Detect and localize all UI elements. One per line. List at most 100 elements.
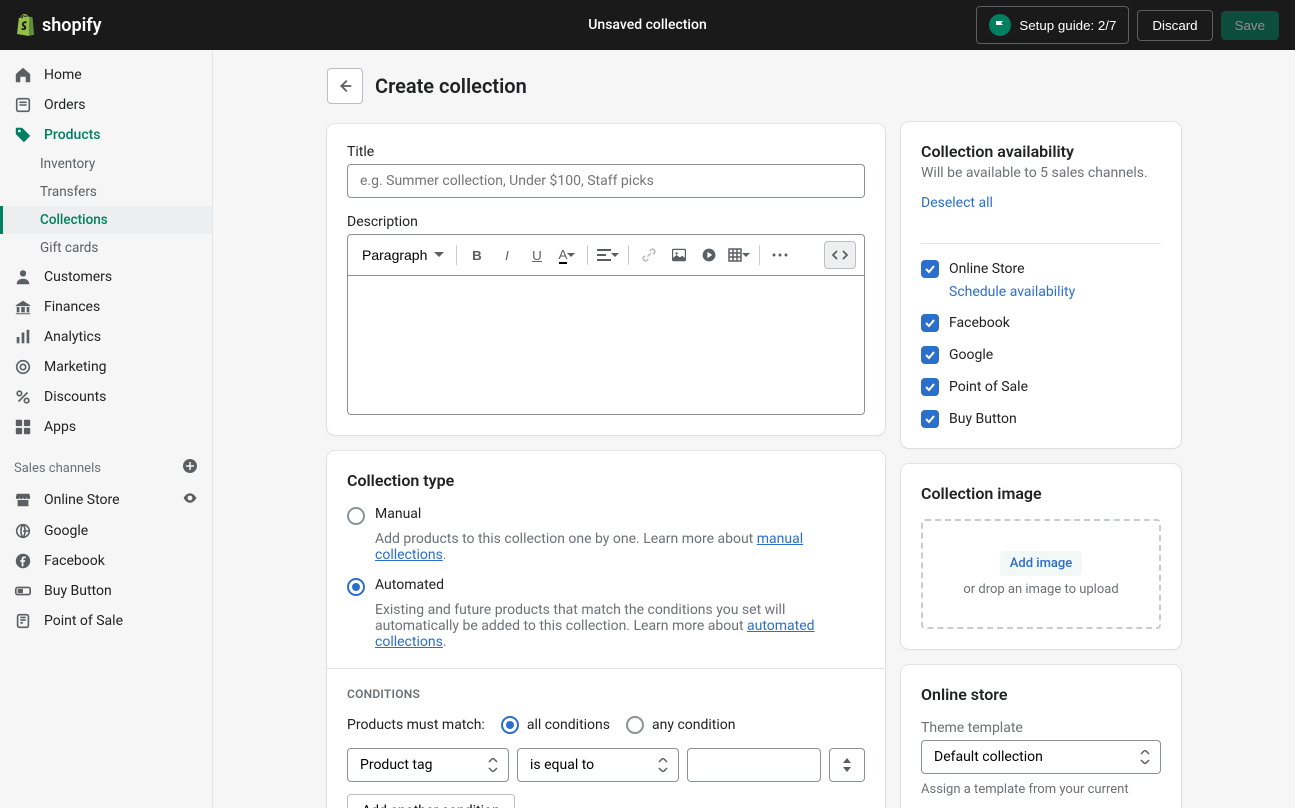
image-button[interactable] — [665, 241, 693, 269]
deselect-all-link[interactable]: Deselect all — [921, 195, 993, 211]
buy-button-icon — [14, 582, 32, 600]
nav-apps[interactable]: Apps — [0, 412, 212, 442]
automated-label: Automated — [375, 577, 444, 593]
title-label: Title — [347, 144, 865, 160]
nav-finances[interactable]: Finances — [0, 292, 212, 322]
condition-value-input[interactable] — [687, 748, 821, 782]
nav-discounts[interactable]: Discounts — [0, 382, 212, 412]
schedule-availability-link[interactable]: Schedule availability — [949, 284, 1161, 300]
italic-button[interactable]: I — [493, 241, 521, 269]
sales-channels-header: Sales channels — [0, 442, 212, 484]
nav-orders[interactable]: Orders — [0, 90, 212, 120]
all-conditions-radio[interactable] — [501, 716, 519, 734]
view-icon[interactable] — [182, 490, 198, 510]
channel-online-store[interactable]: Online Store — [0, 484, 212, 516]
collection-image-card: Collection image Add image or drop an im… — [901, 464, 1181, 649]
unsaved-indicator: Unsaved collection — [588, 17, 707, 33]
table-button[interactable] — [725, 241, 753, 269]
channel-buy-button[interactable]: Buy Button — [0, 576, 212, 606]
nav-products[interactable]: Products — [0, 120, 212, 150]
online-store-card: Online store Theme template Default coll… — [901, 665, 1181, 808]
nav-collections[interactable]: Collections — [0, 206, 212, 234]
online-store-checkbox[interactable] — [921, 260, 939, 278]
conditions-heading: CONDITIONS — [347, 687, 865, 701]
template-select[interactable]: Default collection — [921, 740, 1161, 774]
facebook-checkbox[interactable] — [921, 314, 939, 332]
description-editor[interactable] — [347, 275, 865, 415]
discard-button[interactable]: Discard — [1137, 10, 1212, 41]
collection-type-heading: Collection type — [347, 471, 865, 490]
channel-google[interactable]: Google — [0, 516, 212, 546]
paragraph-select[interactable]: Paragraph — [356, 243, 450, 267]
marketing-icon — [14, 358, 32, 376]
automated-radio[interactable] — [347, 578, 365, 596]
availability-heading: Collection availability — [921, 142, 1161, 161]
availability-subtext: Will be available to 5 sales channels. — [921, 165, 1161, 181]
apps-icon — [14, 418, 32, 436]
nav-inventory[interactable]: Inventory — [0, 150, 212, 178]
logo-text: shopify — [42, 15, 102, 36]
manual-desc: Add products to this collection one by o… — [375, 531, 865, 563]
nav-gift-cards[interactable]: Gift cards — [0, 234, 212, 262]
title-input[interactable] — [347, 164, 865, 198]
video-button[interactable] — [695, 241, 723, 269]
back-button[interactable] — [327, 68, 363, 104]
link-button[interactable] — [635, 241, 663, 269]
code-view-button[interactable] — [824, 241, 856, 269]
add-image-button[interactable]: Add image — [1000, 551, 1082, 576]
setup-guide-label: Setup guide: 2/7 — [1019, 18, 1116, 33]
align-button[interactable] — [594, 241, 622, 269]
condition-sort-button[interactable] — [829, 748, 865, 782]
image-heading: Collection image — [921, 484, 1161, 503]
underline-button[interactable]: U — [523, 241, 551, 269]
collection-type-card: Collection type Manual Add products to t… — [327, 451, 885, 808]
discounts-icon — [14, 388, 32, 406]
store-icon — [14, 491, 32, 509]
drop-text: or drop an image to upload — [935, 582, 1147, 597]
nav-analytics[interactable]: Analytics — [0, 322, 212, 352]
shopify-logo[interactable]: shopify — [16, 14, 102, 36]
pos-icon — [14, 612, 32, 630]
availability-card: Collection availability Will be availabl… — [901, 122, 1181, 448]
setup-guide-button[interactable]: Setup guide: 2/7 — [976, 6, 1129, 44]
save-button[interactable]: Save — [1221, 11, 1279, 40]
nav-customers[interactable]: Customers — [0, 262, 212, 292]
topbar: shopify Unsaved collection Setup guide: … — [0, 0, 1295, 50]
description-label: Description — [347, 214, 865, 230]
channel-pos[interactable]: Point of Sale — [0, 606, 212, 636]
orders-icon — [14, 96, 32, 114]
buy-button-checkbox[interactable] — [921, 410, 939, 428]
bold-button[interactable]: B — [463, 241, 491, 269]
template-label: Theme template — [921, 720, 1161, 736]
nav-marketing[interactable]: Marketing — [0, 352, 212, 382]
pos-checkbox[interactable] — [921, 378, 939, 396]
condition-operator-select[interactable]: is equal to — [517, 748, 679, 782]
nav-transfers[interactable]: Transfers — [0, 178, 212, 206]
online-store-heading: Online store — [921, 685, 1161, 704]
home-icon — [14, 66, 32, 84]
channel-facebook[interactable]: Facebook — [0, 546, 212, 576]
products-icon — [14, 126, 32, 144]
page-title: Create collection — [375, 74, 527, 98]
image-dropzone[interactable]: Add image or drop an image to upload — [921, 519, 1161, 629]
add-condition-button[interactable]: Add another condition — [347, 794, 515, 808]
manual-radio[interactable] — [347, 507, 365, 525]
title-description-card: Title Description Paragraph B I U A — [327, 124, 885, 435]
add-channel-icon[interactable] — [182, 458, 198, 478]
rte-toolbar: Paragraph B I U A — [347, 234, 865, 275]
template-help: Assign a template from your current — [921, 782, 1161, 797]
any-condition-radio[interactable] — [626, 716, 644, 734]
match-label: Products must match: — [347, 717, 485, 733]
manual-label: Manual — [375, 506, 421, 522]
google-icon — [14, 522, 32, 540]
finances-icon — [14, 298, 32, 316]
text-color-button[interactable]: A — [553, 241, 581, 269]
google-checkbox[interactable] — [921, 346, 939, 364]
analytics-icon — [14, 328, 32, 346]
condition-field-select[interactable]: Product tag — [347, 748, 509, 782]
automated-desc: Existing and future products that match … — [375, 602, 865, 650]
sidebar: Home Orders Products Inventory Transfers… — [0, 50, 213, 808]
more-button[interactable] — [766, 241, 794, 269]
nav-home[interactable]: Home — [0, 60, 212, 90]
facebook-icon — [14, 552, 32, 570]
